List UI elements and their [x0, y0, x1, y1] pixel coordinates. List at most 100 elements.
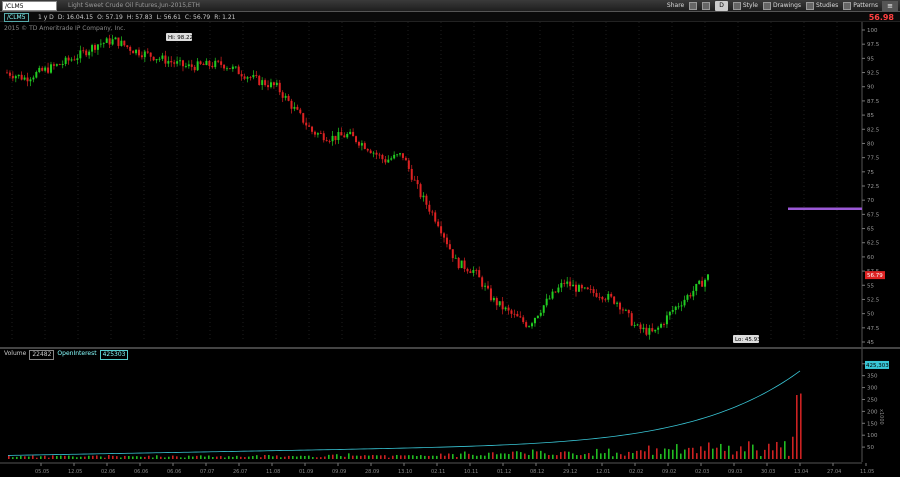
candle-body — [102, 42, 105, 44]
candle-body — [73, 59, 76, 61]
candle-body — [624, 309, 627, 311]
candle-body — [701, 280, 704, 287]
candle-body — [542, 305, 545, 313]
volume-bar — [608, 448, 610, 459]
last-price-tag-text: 56.79 — [867, 273, 883, 279]
candle-body — [428, 204, 431, 212]
candle-body — [352, 131, 355, 137]
candle-body — [407, 160, 410, 169]
candle-body — [278, 82, 281, 93]
timeframe-button[interactable]: D — [715, 1, 728, 11]
candle-body — [660, 324, 663, 328]
volume-bar — [148, 455, 150, 459]
volume-bar — [724, 450, 726, 459]
volume-bar — [240, 456, 242, 459]
candle-body — [404, 157, 407, 161]
candle-body — [648, 328, 651, 335]
y-tick-label: 62.5 — [867, 241, 880, 247]
volume-bar — [684, 449, 686, 459]
studies-button[interactable]: Studies — [806, 1, 838, 11]
volume-bar — [304, 455, 306, 459]
candle-body — [99, 43, 102, 45]
drawings-button[interactable]: Drawings — [762, 1, 801, 11]
candle-body — [443, 233, 446, 238]
candle-body — [630, 313, 633, 326]
x-tick-label: 11.08 — [266, 469, 280, 475]
volume-bar — [692, 447, 694, 459]
pencil-icon[interactable] — [702, 2, 711, 10]
candle-body — [231, 66, 234, 69]
candle-body — [346, 133, 349, 138]
settings-icon[interactable]: ≡ — [882, 1, 898, 11]
share-button[interactable]: Share — [667, 1, 684, 11]
volume-bar — [568, 451, 570, 459]
volume-legend: Volume 22482 OpenInterest 425303 — [4, 350, 129, 360]
volume-bar — [772, 450, 774, 459]
candle-body — [35, 71, 38, 78]
volume-bar — [760, 456, 762, 459]
style-button[interactable]: Style — [732, 1, 758, 11]
candle-body — [252, 75, 255, 78]
volume-bar — [236, 455, 238, 459]
x-tick-label: 26.07 — [233, 469, 247, 475]
candle-body — [360, 143, 363, 146]
volume-bar — [396, 454, 398, 459]
volume-bar — [432, 455, 434, 459]
candle-body — [378, 154, 381, 156]
volume-bar — [36, 457, 38, 459]
volume-bar — [284, 456, 286, 459]
volume-bar — [184, 457, 186, 459]
candle-body — [545, 298, 548, 306]
candle-body — [126, 45, 129, 47]
y-tick-label: 67.5 — [867, 212, 880, 218]
candle-body — [363, 143, 366, 149]
y-tick-label: 50 — [867, 312, 874, 318]
volume-bar — [96, 455, 98, 459]
x-tick-label: 13.04 — [794, 469, 808, 475]
candle-body — [572, 284, 575, 287]
candle-body — [82, 50, 85, 52]
candle-body — [287, 95, 290, 101]
volume-bar — [344, 456, 346, 459]
candle-body — [70, 59, 73, 61]
patterns-icon — [843, 2, 852, 10]
candle-body — [357, 142, 360, 146]
candle-body — [331, 135, 334, 142]
volume-bar — [484, 455, 486, 459]
volume-bar — [152, 457, 154, 459]
candle-body — [316, 133, 319, 135]
candle-body — [305, 122, 308, 126]
volume-bar — [72, 456, 74, 459]
volume-bar — [564, 451, 566, 459]
candle-body — [639, 324, 642, 330]
volume-chart[interactable]: 40035030025020015010050x1000425,303 — [0, 349, 900, 462]
symbol-input[interactable]: /CLM5 — [2, 1, 57, 11]
volume-bar — [544, 453, 546, 459]
candle-body — [76, 58, 79, 61]
candle-body — [384, 159, 387, 163]
volume-bar — [144, 456, 146, 459]
volume-bar — [352, 455, 354, 459]
volume-bar — [764, 449, 766, 459]
price-chart[interactable]: 100 97.5 95 92.5 90 87.5 85 82.5 80 77.5 75 72.5 70 6… — [0, 22, 900, 347]
volume-bar — [264, 455, 266, 459]
volume-bar — [384, 455, 386, 459]
candle-body — [704, 279, 707, 287]
volume-bar — [508, 453, 510, 459]
candle-body — [137, 49, 140, 56]
candle-body — [548, 298, 551, 300]
volume-bar — [120, 457, 122, 459]
patterns-button[interactable]: Patterns — [843, 1, 878, 11]
volume-label: Volume — [4, 350, 27, 357]
candle-body — [381, 154, 384, 160]
x-tick-label: 13.10 — [398, 469, 412, 475]
candle-body — [264, 80, 267, 86]
drawing-tool-icon[interactable] — [689, 2, 698, 10]
candle-body — [193, 66, 196, 71]
candle-body — [255, 75, 258, 76]
y-tick-label: 47.5 — [867, 326, 880, 332]
vol-y-tick-label: 150 — [867, 421, 878, 427]
candle-body — [657, 327, 660, 330]
volume-bar — [768, 443, 770, 459]
candle-body — [269, 82, 272, 88]
